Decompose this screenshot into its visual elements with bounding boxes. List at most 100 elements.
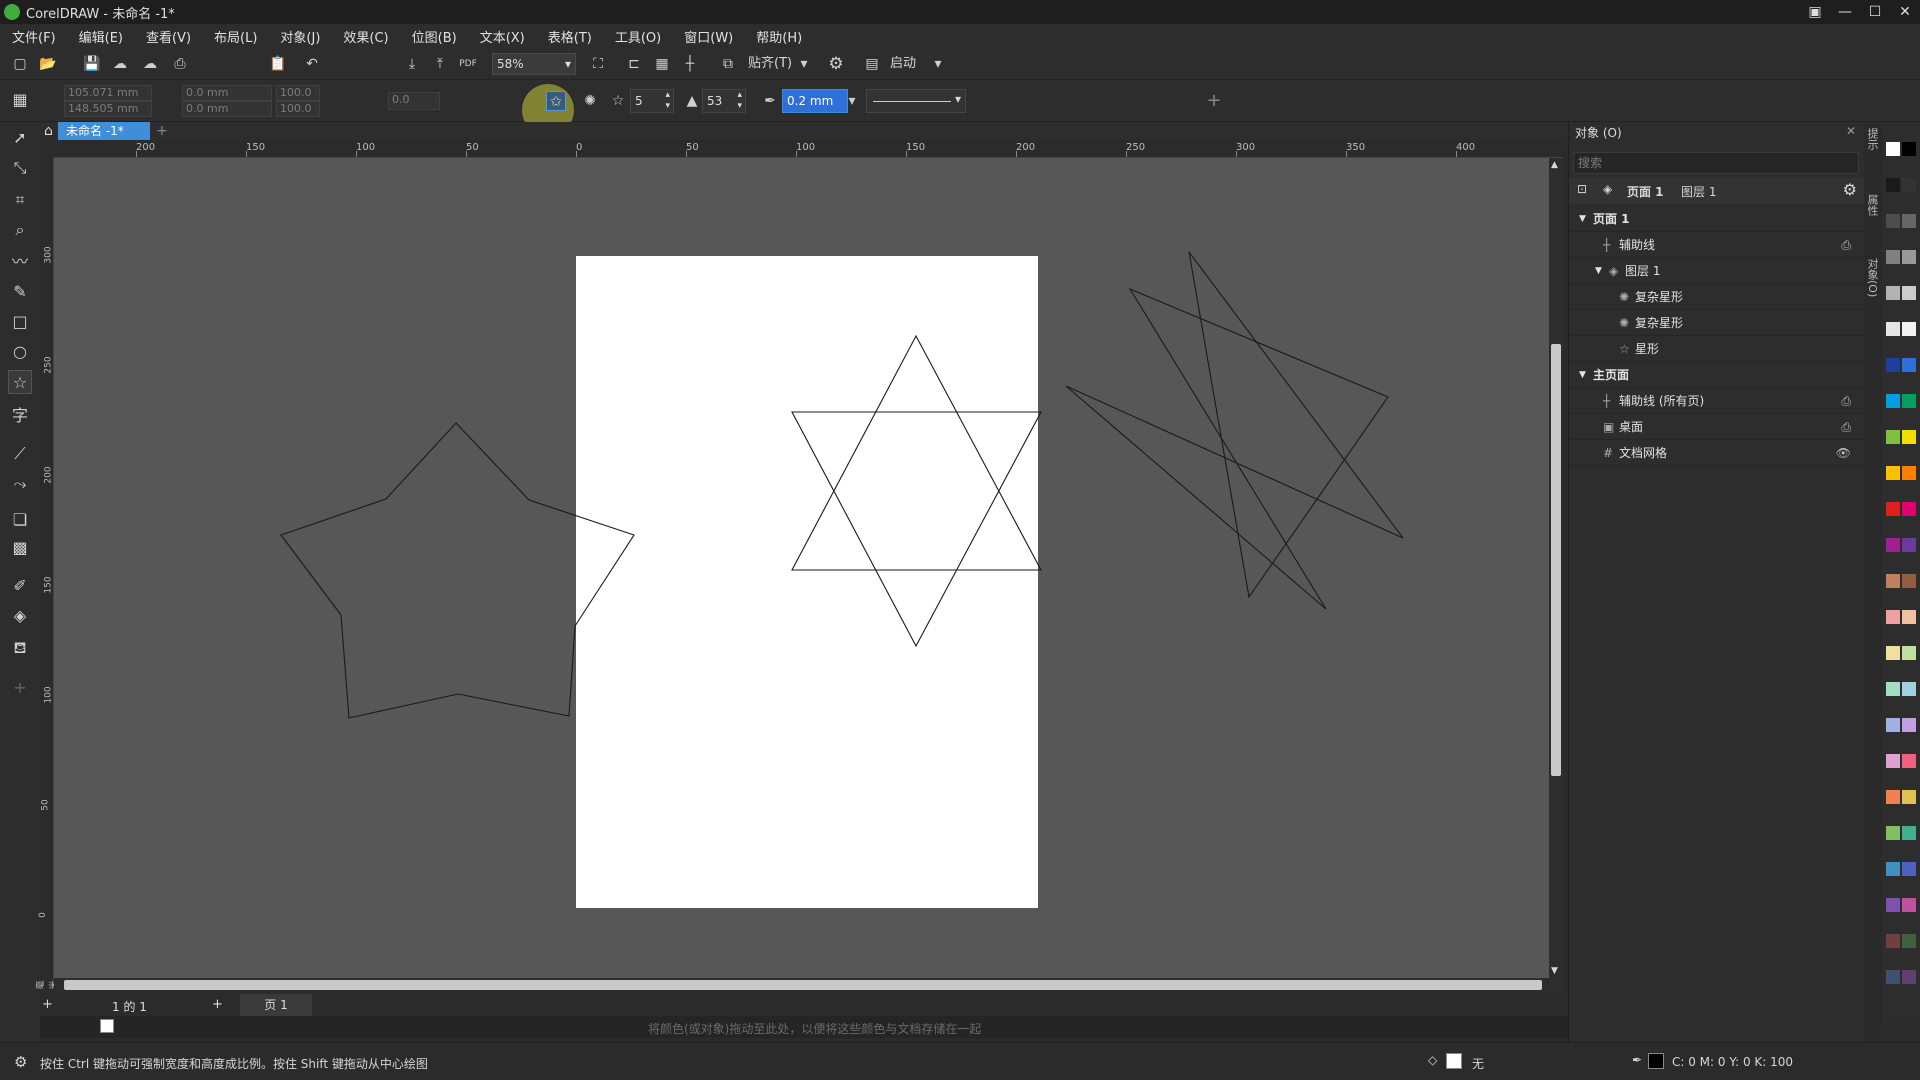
color-swatch[interactable] [1902,142,1916,156]
outline-swatch[interactable] [1648,1053,1664,1069]
color-swatch[interactable] [1886,142,1900,156]
scroll-down-icon[interactable]: ▼ [1551,966,1558,976]
chevron-down-icon[interactable]: ▾ [928,54,948,74]
color-swatch[interactable] [1902,934,1916,948]
menu-help[interactable]: 帮助(H) [756,27,802,46]
rotation-angle-field[interactable]: 0.0 [388,92,440,110]
expand-arrow-icon[interactable]: ▼ [1579,206,1589,232]
color-swatch[interactable] [1902,322,1916,336]
color-swatch[interactable] [1886,250,1900,264]
open-icon[interactable]: 📂 [38,54,58,74]
minimize-button[interactable]: — [1830,0,1860,24]
object-tree-row[interactable]: # 文档网格 👁 [1569,440,1865,466]
menu-view[interactable]: 查看(V) [146,27,191,46]
height-field[interactable]: 0.0 mm [182,101,272,117]
y-position-field[interactable]: 148.505 mm [64,101,152,117]
row-action-icon[interactable]: ⎙ [1841,232,1851,258]
add-icon[interactable]: + [1204,91,1224,111]
object-tree-row[interactable]: ▼ ◈ 图层 1 [1569,258,1865,284]
drawing-canvas[interactable] [54,158,1549,978]
menu-object[interactable]: 对象(J) [280,27,320,46]
color-swatch[interactable] [1902,502,1916,516]
parallel-dimension-icon[interactable]: ⟋ [8,442,32,466]
line-style-dropdown[interactable]: ▾ [866,89,966,113]
grid-icon[interactable]: ▦ [652,54,672,74]
artistic-media-icon[interactable]: ✎ [8,280,32,304]
snap-icon[interactable]: ⧉ [718,54,738,74]
menu-file[interactable]: 文件(F) [12,27,56,46]
color-swatch[interactable] [1902,286,1916,300]
scale-y-field[interactable]: 100.0 [276,101,320,117]
x-position-field[interactable]: 105.071 mm [64,85,152,101]
color-swatch[interactable] [1886,862,1900,876]
restore-ribbon-icon[interactable]: ▣ [1800,0,1830,24]
document-tab[interactable]: 未命名 -1* [58,122,150,140]
color-swatch[interactable] [1902,718,1916,732]
heptagram-complex-star[interactable] [1065,251,1404,610]
object-search-input[interactable]: 搜索 [1573,152,1859,174]
vertical-ruler[interactable]: 300250200150100500毫米 [37,158,60,990]
fill-swatch[interactable] [1446,1053,1462,1069]
color-swatch[interactable] [1886,646,1900,660]
color-swatch[interactable] [1902,538,1916,552]
page-view-icon[interactable]: ⊡ [1577,182,1587,196]
width-field[interactable]: 0.0 mm [182,85,272,101]
full-screen-icon[interactable]: ⛶ [588,54,608,74]
expand-arrow-icon[interactable]: ▼ [1595,258,1605,284]
horizontal-ruler[interactable]: 200 150 100 50 0 50 100 150 200 250 300 350 400 [54,140,1563,158]
star-mode-icon[interactable]: ✩ [546,91,566,111]
color-swatch[interactable] [1902,430,1916,444]
maximize-button[interactable]: ☐ [1860,0,1890,24]
color-swatch[interactable] [1902,898,1916,912]
horizontal-scroll-thumb[interactable] [64,980,1542,990]
color-swatch[interactable] [1902,790,1916,804]
export-icon[interactable]: ⤒ [430,54,450,74]
color-swatch[interactable] [1902,970,1916,984]
five-point-star[interactable] [280,422,635,719]
color-swatch[interactable] [1902,250,1916,264]
row-action-icon[interactable]: ⎙ [1841,388,1851,414]
color-swatch[interactable] [1902,682,1916,696]
color-swatch[interactable] [1886,214,1900,228]
color-swatch[interactable] [1902,394,1916,408]
print-icon[interactable]: ⎙ [170,54,190,74]
sharpness-icon[interactable]: ▲ [682,91,702,111]
home-icon[interactable]: ⌂ [44,123,53,139]
color-swatch[interactable] [1886,538,1900,552]
row-action-icon[interactable]: 👁 [1836,440,1851,466]
color-swatch[interactable] [1886,358,1900,372]
docker-settings-icon[interactable]: ⚙ [1843,180,1857,199]
object-tree-row[interactable]: ┼ 辅助线 ⎙ [1569,232,1865,258]
text-tool-icon[interactable]: 字 [8,404,32,428]
color-swatch[interactable] [1886,466,1900,480]
color-swatch[interactable] [1886,502,1900,516]
color-swatch[interactable] [1886,790,1900,804]
color-swatch[interactable] [1886,430,1900,444]
outline-pen-icon[interactable]: ✒ [760,91,780,111]
current-page-label[interactable]: 页面 1 [1627,183,1664,200]
snap-to-menu[interactable]: 贴齐(T) [748,54,792,74]
color-swatch[interactable] [1902,646,1916,660]
current-layer-label[interactable]: 图层 1 [1681,183,1716,200]
color-swatch[interactable] [1886,934,1900,948]
freehand-tool-icon[interactable]: 〰 [8,250,32,274]
object-tree-row[interactable]: ✺ 复杂星形 [1569,284,1865,310]
menu-layout[interactable]: 布局(L) [214,27,257,46]
object-tree-row[interactable]: ▼ 主页面 [1569,362,1865,388]
pdf-icon[interactable]: PDF [458,54,478,74]
drop-shadow-icon[interactable]: ❏ [8,508,32,532]
menu-bitmaps[interactable]: 位图(B) [412,27,457,46]
color-swatch[interactable] [1902,178,1916,192]
guidelines-icon[interactable]: ┼ [680,54,700,74]
save-icon[interactable]: 💾 [82,54,102,74]
color-swatch[interactable] [1902,754,1916,768]
transparency-tool-icon[interactable]: ▩ [8,536,32,560]
row-action-icon[interactable]: ⎙ [1841,414,1851,440]
settings-gear-icon[interactable]: ⚙ [14,1053,27,1071]
object-tree-row[interactable]: ┼ 辅助线 (所有页) ⎙ [1569,388,1865,414]
zoom-level-dropdown[interactable]: 58% ▾ [492,53,576,75]
launch-menu[interactable]: 启动 [890,54,916,74]
page-tab[interactable]: 页 1 [240,994,312,1016]
no-color-swatch[interactable] [100,1019,114,1033]
docker-tab-objects[interactable]: 对象(O) [1866,258,1880,297]
